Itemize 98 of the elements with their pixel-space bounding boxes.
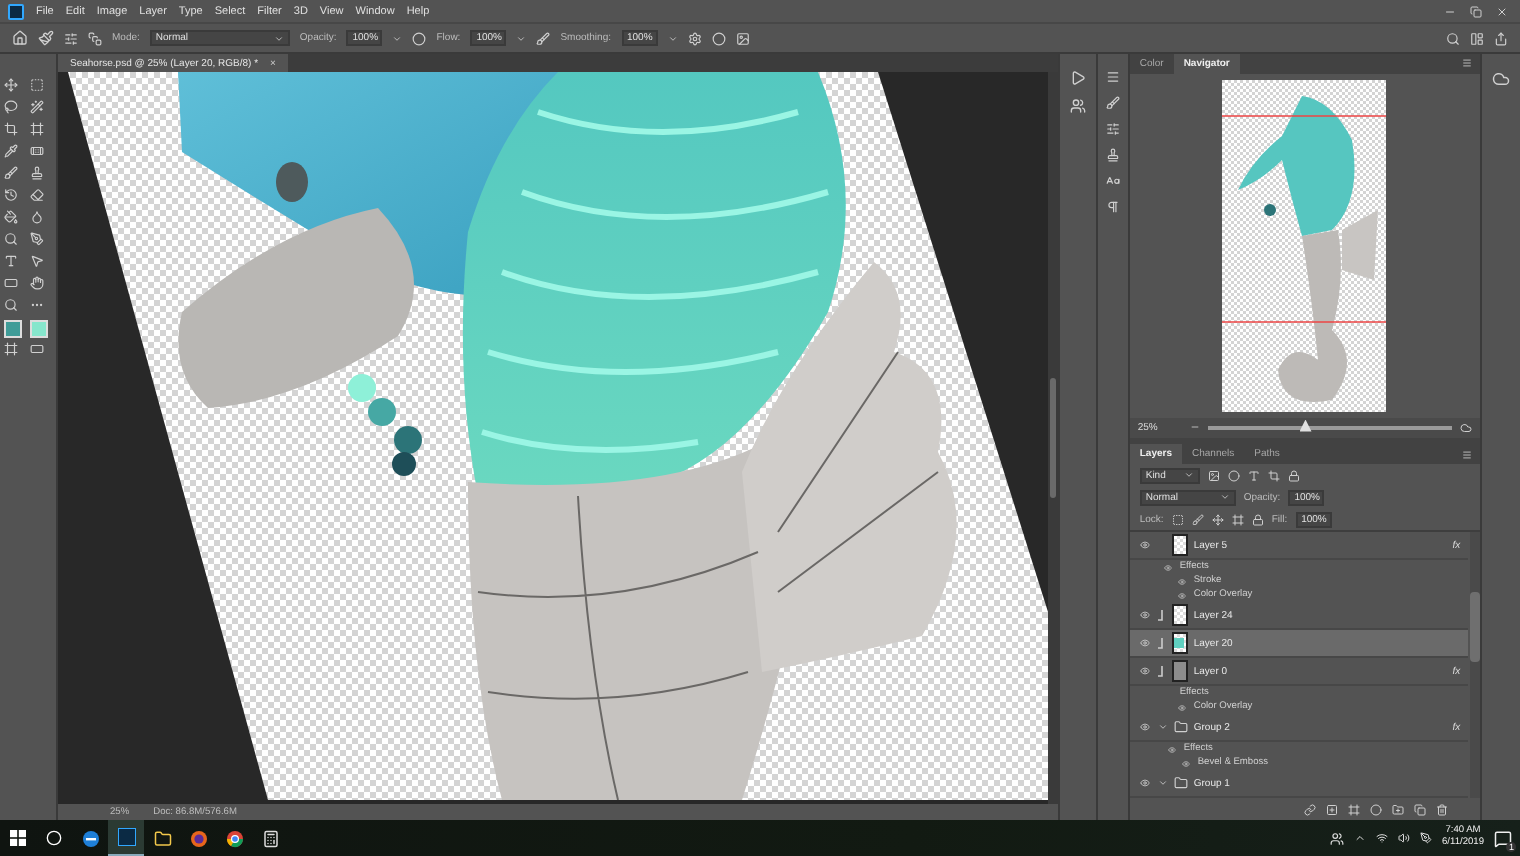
visibility-eye-icon[interactable] [1178, 577, 1187, 585]
eraser-icon[interactable] [30, 188, 44, 202]
type-filter-icon[interactable] [1247, 469, 1260, 481]
close-icon[interactable] [1496, 5, 1508, 17]
brush-preset-icon[interactable] [38, 30, 54, 46]
network-icon[interactable] [1376, 832, 1389, 844]
adjustments-icon[interactable] [1105, 122, 1120, 136]
search-icon[interactable] [1446, 31, 1460, 45]
dropdown-caret-icon[interactable] [273, 33, 284, 43]
calculator-icon[interactable] [261, 829, 279, 847]
paint-dabs-drawing [348, 374, 422, 476]
dropdown-caret-icon[interactable] [392, 33, 403, 43]
lock-all-icon[interactable] [1251, 513, 1264, 525]
vertical-scrollbar[interactable] [1048, 72, 1058, 804]
zoom-tool-icon[interactable] [4, 298, 18, 312]
folder-icon[interactable] [1173, 776, 1188, 790]
dropdown-caret-icon[interactable] [1219, 492, 1230, 502]
layers-scrollbar[interactable] [1470, 532, 1481, 798]
volume-icon[interactable] [1398, 832, 1411, 844]
clone-source-icon[interactable] [1105, 148, 1120, 162]
frame-tool-icon[interactable] [30, 122, 44, 136]
magnifier-icon[interactable] [4, 232, 18, 246]
pixel-filter-icon[interactable] [1207, 469, 1220, 481]
cloud-icon[interactable] [1492, 70, 1511, 88]
type-tool-icon[interactable] [4, 254, 18, 268]
home-icon[interactable] [12, 30, 28, 46]
pen-icon[interactable] [1420, 832, 1433, 844]
minimize-icon[interactable] [1444, 5, 1456, 17]
shape-filter-icon[interactable] [1267, 469, 1280, 481]
visibility-eye-icon[interactable] [1168, 745, 1177, 753]
visibility-eye-icon[interactable] [1182, 759, 1191, 767]
play-icon[interactable] [1069, 70, 1086, 86]
visibility-eye-icon[interactable] [1139, 778, 1150, 788]
visibility-eye-icon[interactable] [1139, 638, 1150, 648]
bandage-icon[interactable] [30, 144, 44, 158]
globe-browser-icon [189, 829, 207, 847]
visibility-eye-icon[interactable] [1139, 540, 1150, 550]
brush-settings-icon[interactable] [64, 31, 78, 45]
panel-menu-icon[interactable] [1462, 449, 1473, 459]
visibility-eye-icon[interactable] [1139, 610, 1150, 620]
trash-icon[interactable] [1436, 803, 1449, 815]
round-browser-icon [225, 829, 243, 847]
expand-chevron-icon[interactable] [1157, 778, 1168, 788]
eyedropper-icon[interactable] [4, 144, 18, 158]
visibility-eye-icon[interactable] [1178, 591, 1187, 599]
zoom-slider[interactable] [1207, 425, 1453, 430]
more-tools-icon[interactable] [30, 298, 44, 312]
lock-position-icon[interactable] [1211, 513, 1224, 525]
link-layers-icon[interactable] [1304, 803, 1317, 815]
airbrush-icon[interactable] [536, 31, 551, 45]
rectangle-tool-icon[interactable] [4, 276, 18, 290]
lasso-tool-icon[interactable] [4, 100, 18, 114]
move-tool-icon[interactable] [4, 78, 18, 92]
lock-pixels-icon[interactable] [1191, 513, 1204, 525]
foreground-color-swatch[interactable] [4, 320, 22, 338]
lock-artboard-icon[interactable] [1231, 513, 1244, 525]
expand-chevron-icon[interactable] [1157, 722, 1168, 732]
magic-wand-icon[interactable] [30, 100, 44, 114]
dropdown-caret-icon[interactable] [516, 33, 527, 43]
windows-logo-icon [10, 830, 26, 846]
dropdown-caret-icon[interactable] [667, 33, 677, 43]
visibility-eye-icon[interactable] [1164, 563, 1173, 571]
app-logo-icon [8, 3, 24, 19]
paint-bucket-icon[interactable] [4, 210, 18, 224]
add-style-icon[interactable] [1326, 803, 1339, 815]
chevron-up-icon[interactable] [1354, 832, 1367, 844]
crop-tool-icon[interactable] [4, 122, 18, 136]
character-icon[interactable] [1105, 174, 1120, 188]
droplet-icon[interactable] [30, 210, 44, 224]
folder-icon[interactable] [153, 829, 171, 847]
brushes-panel-icon[interactable] [1105, 96, 1120, 110]
restore-icon[interactable] [1470, 5, 1482, 17]
taskbar-app[interactable] [108, 820, 144, 856]
new-group-icon[interactable] [1392, 803, 1405, 815]
pen-tool-icon[interactable] [30, 232, 44, 246]
visibility-eye-icon[interactable] [1139, 666, 1150, 676]
pointer-icon[interactable] [30, 254, 44, 268]
notification-icon[interactable] [1494, 829, 1512, 847]
dropdown-caret-icon[interactable] [1183, 470, 1194, 480]
folder-icon[interactable] [1173, 720, 1188, 734]
history-brush-icon[interactable] [4, 188, 18, 202]
share-icon[interactable] [1494, 31, 1508, 45]
screen-mode-icon[interactable] [30, 342, 44, 356]
zoom-slider-thumb[interactable] [1299, 419, 1312, 432]
visibility-eye-icon[interactable] [1139, 722, 1150, 732]
circle-icon[interactable] [46, 830, 62, 846]
people-icon[interactable] [1330, 831, 1345, 845]
panel-menu-icon[interactable] [1462, 58, 1473, 69]
settings-icon[interactable] [687, 31, 701, 45]
new-layer-icon[interactable] [1414, 803, 1427, 815]
browser-e-icon [81, 829, 99, 847]
paragraph-icon[interactable] [1105, 200, 1120, 214]
visibility-eye-icon[interactable] [1178, 703, 1187, 711]
background-color-swatch[interactable] [30, 320, 48, 338]
brush-tool-icon[interactable] [4, 166, 18, 180]
hand-tool-icon[interactable] [30, 276, 44, 290]
workspace-icon[interactable] [1470, 31, 1484, 45]
stamp-tool-icon[interactable] [30, 166, 44, 180]
